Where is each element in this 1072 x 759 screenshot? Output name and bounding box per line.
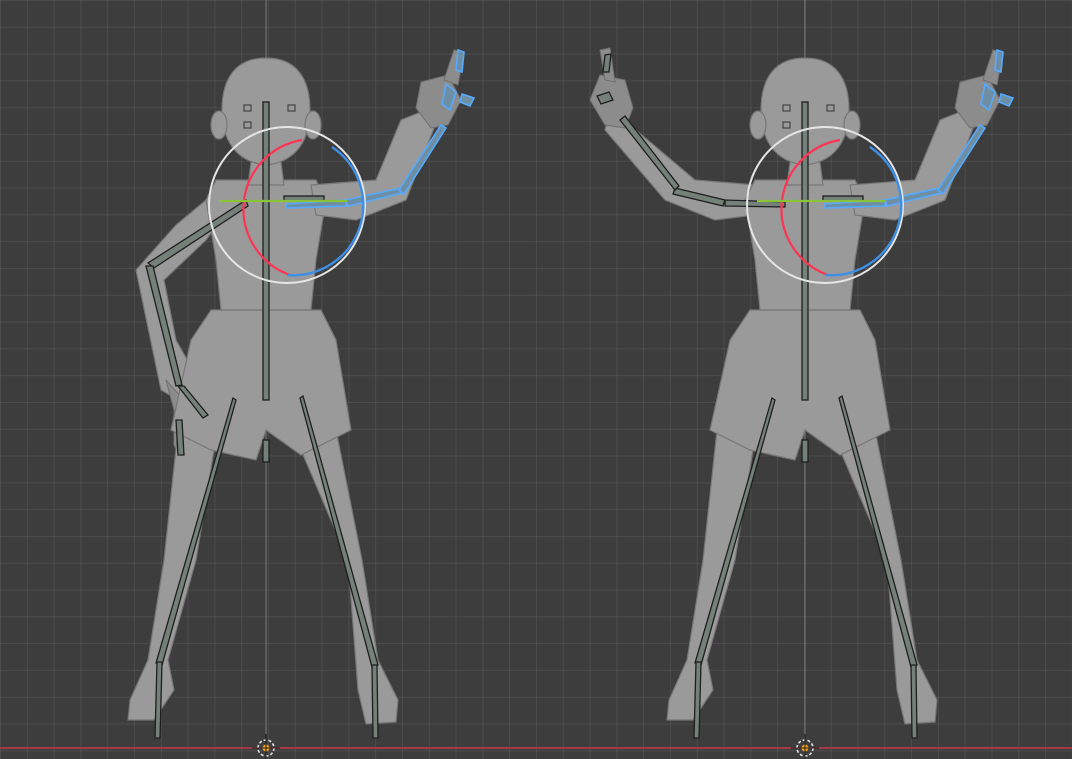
character-left[interactable] bbox=[127, 0, 475, 759]
3d-viewport[interactable] bbox=[0, 0, 1072, 759]
character-right[interactable] bbox=[589, 0, 1014, 759]
origin-marker-icon[interactable] bbox=[252, 734, 280, 759]
scene-canvas[interactable] bbox=[0, 0, 1072, 759]
origin-marker-icon[interactable] bbox=[791, 734, 819, 759]
